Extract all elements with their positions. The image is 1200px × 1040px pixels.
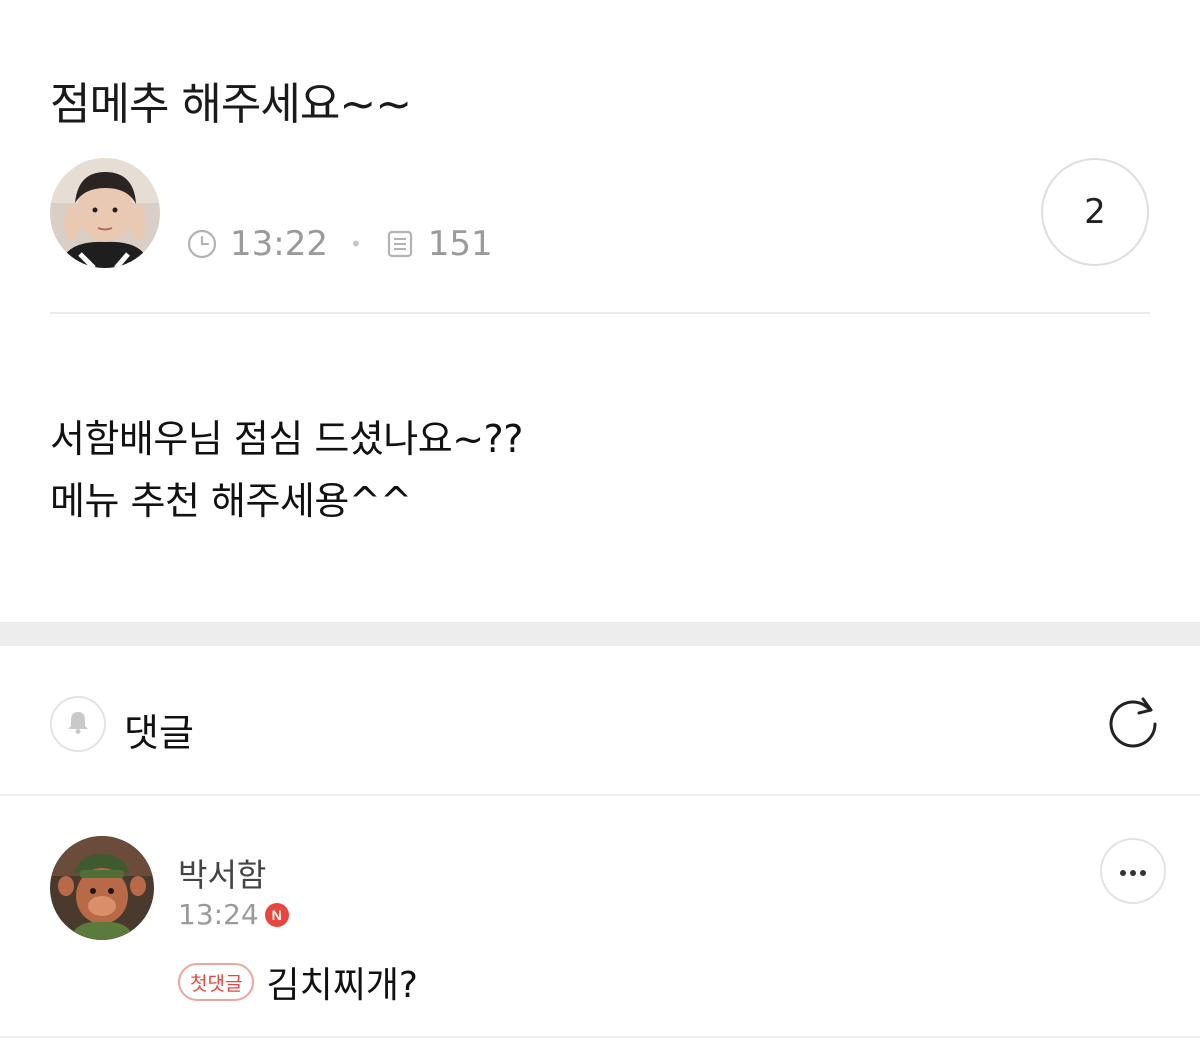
author-avatar[interactable] bbox=[50, 158, 160, 268]
post-meta: 13:22 • 151 bbox=[186, 222, 493, 266]
first-comment-badge: 첫댓글 bbox=[178, 963, 255, 1001]
commenter-avatar[interactable] bbox=[50, 836, 154, 940]
post-title: 점메추 해주세요~~ bbox=[50, 79, 412, 130]
comment-count-button[interactable]: 2 bbox=[1041, 158, 1149, 266]
divider bbox=[50, 312, 1150, 314]
comment-text: 김치찌개? bbox=[266, 965, 419, 1006]
comment-count: 2 bbox=[1084, 192, 1106, 232]
post-page: 점메추 해주세요~~ 13:22 • 151 2 서함배우님 점심 드셨나요~?… bbox=[0, 0, 1200, 1040]
view-count: 151 bbox=[427, 224, 493, 264]
author-name[interactable] bbox=[186, 174, 346, 198]
comment-more-button[interactable] bbox=[1100, 838, 1166, 904]
comment-meta: 13:24 N bbox=[178, 898, 289, 931]
refresh-button[interactable] bbox=[1104, 694, 1162, 752]
meta-separator: • bbox=[349, 232, 362, 256]
comment-content: 첫댓글 김치찌개? bbox=[178, 956, 418, 1008]
comments-label: 댓글 bbox=[124, 711, 194, 755]
section-separator bbox=[0, 622, 1200, 646]
post-body-line: 서함배우님 점심 드셨나요~?? bbox=[50, 417, 523, 461]
comment-item: 박서함 13:24 N 첫댓글 김치찌개? bbox=[0, 796, 1200, 1040]
post-body-line: 메뉴 추천 해주세용^^ bbox=[50, 479, 412, 523]
notification-toggle-button[interactable] bbox=[50, 696, 106, 752]
refresh-icon bbox=[1104, 692, 1162, 754]
divider bbox=[0, 1036, 1200, 1038]
post-time: 13:22 bbox=[230, 224, 328, 264]
author-photo-image bbox=[50, 158, 160, 268]
commenter-name[interactable]: 박서함 bbox=[178, 850, 266, 896]
bell-icon bbox=[63, 707, 93, 741]
comment-time: 13:24 bbox=[178, 898, 259, 931]
comments-header: 댓글 bbox=[0, 646, 1200, 796]
document-icon bbox=[384, 228, 416, 260]
new-badge: N bbox=[264, 902, 289, 927]
clock-icon bbox=[186, 228, 218, 260]
more-dots-icon bbox=[1118, 862, 1148, 881]
commenter-avatar-image bbox=[50, 836, 154, 940]
post-body: 서함배우님 점심 드셨나요~?? 메뉴 추천 해주세용^^ bbox=[50, 408, 523, 532]
